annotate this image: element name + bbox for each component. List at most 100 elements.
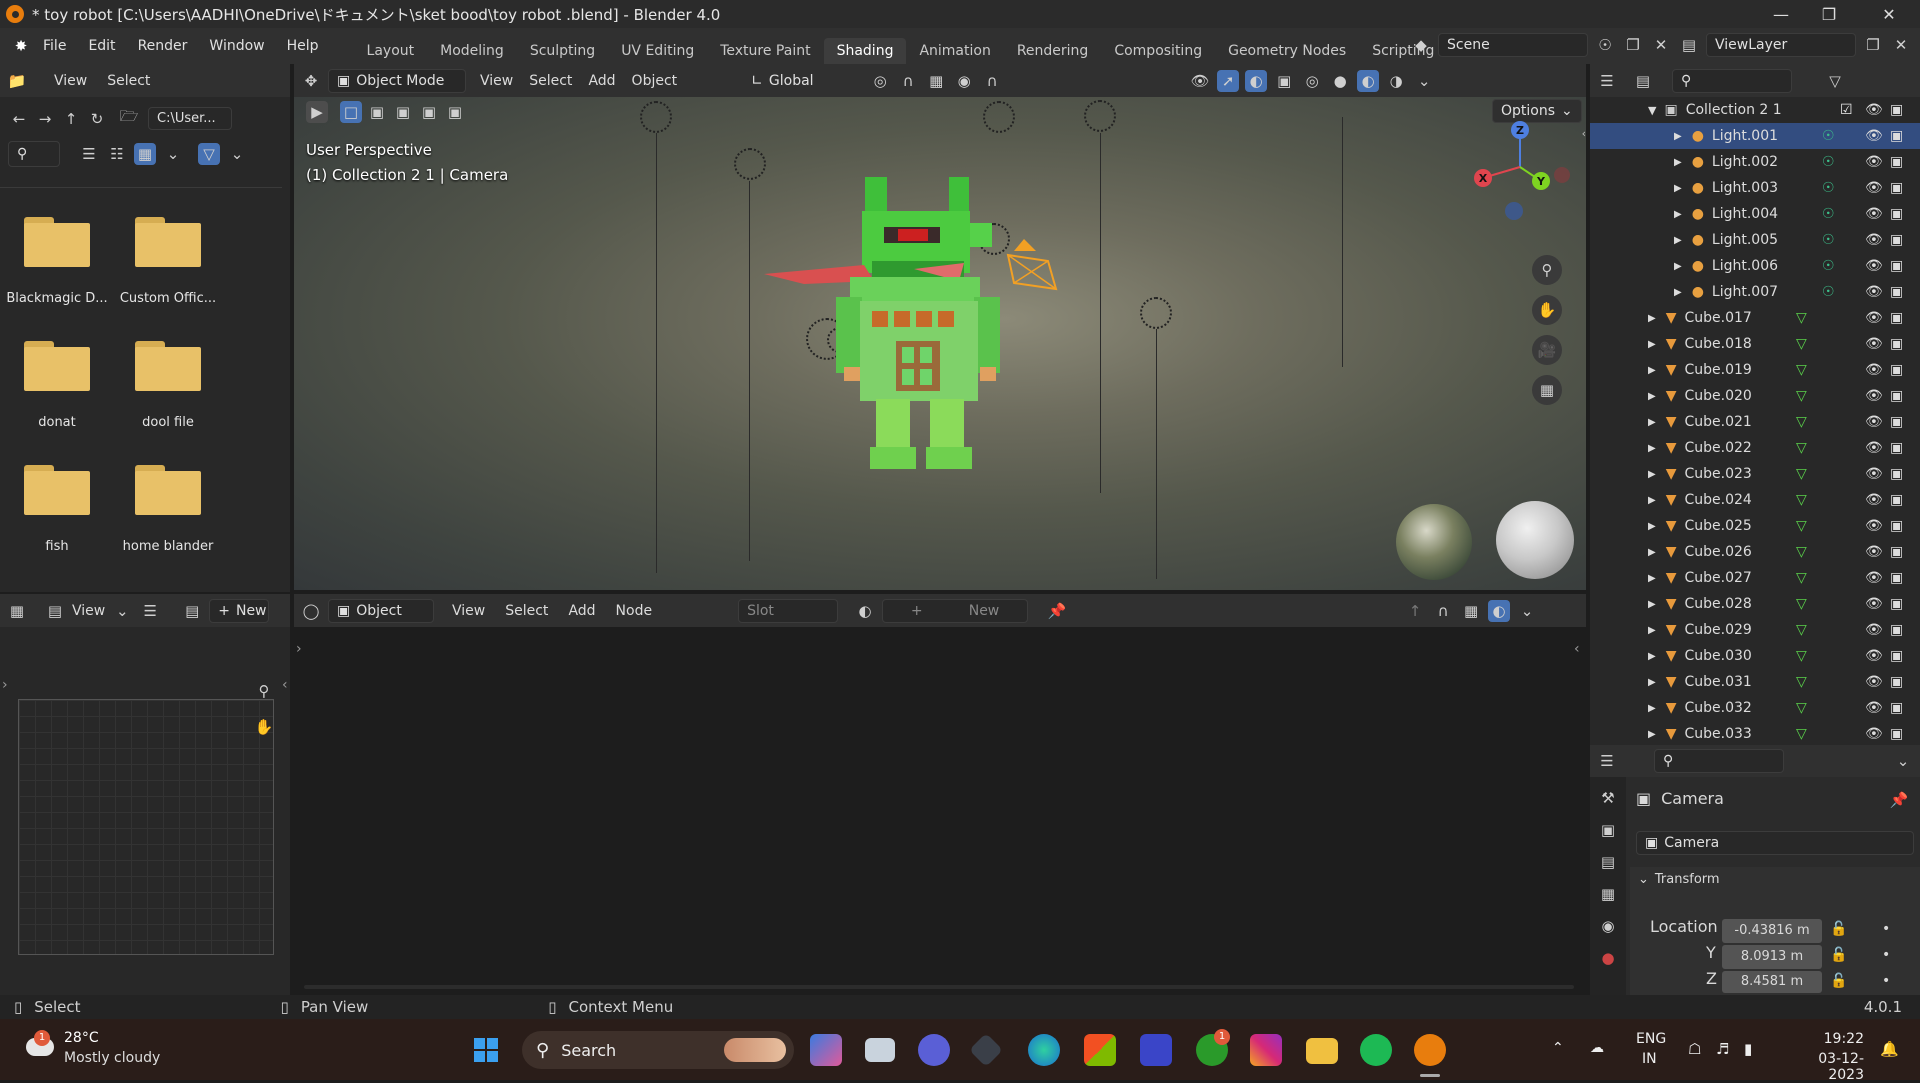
solid-shading-icon[interactable]: ● [1329, 70, 1351, 92]
select-subtract-icon[interactable]: ▣ [392, 101, 414, 123]
tab-sculpting[interactable]: Sculpting [517, 38, 608, 64]
back-icon[interactable]: ← [8, 108, 30, 130]
folder-label[interactable]: Custom Offic... [113, 291, 223, 306]
mesh-data-icon[interactable]: ▽ [1796, 388, 1807, 404]
mesh-data-icon[interactable]: ▽ [1796, 570, 1807, 586]
outliner-search-input[interactable]: ⚲ [1672, 68, 1792, 93]
pivot-icon[interactable]: ◎ [869, 70, 891, 92]
expand-arrow-icon[interactable]: ▶ [1648, 703, 1656, 714]
task-view-icon[interactable] [865, 1038, 895, 1062]
expand-arrow-icon[interactable]: ▶ [1648, 443, 1656, 454]
pen-app-icon[interactable] [1140, 1034, 1172, 1066]
zoom-icon[interactable]: ⚲ [250, 677, 278, 705]
mesh-data-icon[interactable]: ▽ [1796, 518, 1807, 534]
outliner-row-cube[interactable]: ▶ ▼ Cube.022 ▽ 👁 ▣ [1590, 435, 1920, 461]
instagram-icon[interactable] [1250, 1034, 1282, 1066]
image-grid[interactable] [18, 699, 274, 955]
camera-view-icon[interactable]: 🎥 [1532, 335, 1562, 365]
thumbnail-view-icon[interactable]: ▦ [134, 143, 156, 165]
node-editor-canvas[interactable]: › ‹ [294, 627, 1586, 995]
start-icon[interactable] [474, 1038, 498, 1062]
hand-pan-icon[interactable]: ✋ [1532, 295, 1562, 325]
expand-arrow-icon[interactable]: ▶ [1674, 209, 1682, 220]
mesh-data-icon[interactable]: ▽ [1796, 466, 1807, 482]
outliner-row-cube[interactable]: ▶ ▼ Cube.026 ▽ 👁 ▣ [1590, 539, 1920, 565]
menu-file[interactable]: File [32, 38, 77, 54]
expand-arrow-icon[interactable]: ▶ [1648, 521, 1656, 532]
folder-label[interactable]: fish [2, 539, 112, 554]
camera-render-icon[interactable]: ▣ [1890, 388, 1903, 404]
eye-icon[interactable]: 👁 [1865, 726, 1883, 742]
viewport-menu-view[interactable]: View [480, 73, 513, 89]
delete-scene-icon[interactable]: ✕ [1650, 34, 1672, 56]
expand-arrow-icon[interactable]: ▶ [1648, 573, 1656, 584]
outliner-row-light[interactable]: ▶ ● Light.007 ☉ 👁 ▣ [1590, 279, 1920, 305]
navigation-gizmo[interactable]: Z X Y [1464, 111, 1574, 231]
folder-icon[interactable] [135, 341, 201, 391]
camera-render-icon[interactable]: ▣ [1890, 310, 1903, 326]
eye-icon[interactable]: 👁 [1865, 336, 1883, 352]
shading-dropdown-icon[interactable]: ⌄ [1413, 70, 1435, 92]
editor-type-icon[interactable]: ☰ [1596, 70, 1618, 92]
camera-object[interactable] [1002, 237, 1062, 295]
chevron-up-icon[interactable]: ⌃ [1552, 1040, 1564, 1056]
overlays-icon[interactable]: ◐ [1488, 599, 1511, 622]
display-mode-icon[interactable]: ▤ [1632, 70, 1654, 92]
blender-menu-icon[interactable]: ✸ [10, 35, 32, 57]
lock-icon[interactable]: 🔓 [1830, 921, 1847, 937]
store-icon[interactable] [1084, 1034, 1116, 1066]
viewport-menu-add[interactable]: Add [588, 73, 615, 89]
eye-icon[interactable]: 👁 [1865, 674, 1883, 690]
expand-arrow-icon[interactable]: ▶ [1674, 183, 1682, 194]
filebrowser-view-menu[interactable]: View [54, 73, 87, 89]
object-data-field[interactable]: ▣ Camera [1636, 831, 1914, 855]
node-object-dropdown[interactable]: ▣ Object [328, 598, 434, 623]
scene-tab-icon[interactable]: ◉ [1597, 915, 1619, 937]
eye-icon[interactable]: 👁 [1865, 258, 1883, 274]
filter-icon[interactable]: ▽ [198, 143, 220, 165]
edge-icon[interactable] [1028, 1034, 1060, 1066]
spotify-icon[interactable] [1360, 1034, 1392, 1066]
camera-render-icon[interactable]: ▣ [1890, 700, 1903, 716]
parent-dir-icon[interactable]: ↑ [60, 108, 82, 130]
horizontal-scrollbar[interactable] [304, 985, 1574, 989]
new-image-button[interactable]: + New [209, 598, 270, 623]
notification-bell-icon[interactable]: 🔔 [1880, 1040, 1899, 1058]
outliner-row-cube[interactable]: ▶ ▼ Cube.024 ▽ 👁 ▣ [1590, 487, 1920, 513]
eye-icon[interactable]: 👁 [1865, 622, 1883, 638]
refresh-icon[interactable]: ↻ [86, 108, 108, 130]
wifi-icon[interactable]: ☖ [1688, 1040, 1701, 1058]
camera-render-icon[interactable]: ▣ [1890, 622, 1903, 638]
camera-render-icon[interactable]: ▣ [1890, 102, 1903, 118]
battery-icon[interactable]: ▮ [1744, 1040, 1752, 1058]
light-object[interactable] [734, 148, 766, 180]
mesh-data-icon[interactable]: ▽ [1796, 310, 1807, 326]
viewport-menu-select[interactable]: Select [529, 73, 572, 89]
select-invert-icon[interactable]: ▣ [418, 101, 440, 123]
mesh-data-icon[interactable]: ▽ [1796, 336, 1807, 352]
tab-geometry-nodes[interactable]: Geometry Nodes [1215, 38, 1359, 64]
forward-icon[interactable]: → [34, 108, 56, 130]
snap-icon[interactable]: ∩ [1432, 600, 1454, 622]
lock-icon[interactable]: 🔓 [1830, 947, 1847, 963]
light-data-icon[interactable]: ☉ [1822, 128, 1835, 144]
search-input[interactable]: ⚲ [8, 141, 60, 167]
editor-type-icon[interactable]: ✥ [300, 70, 322, 92]
expand-arrow-icon[interactable]: ▶ [1648, 339, 1656, 350]
new-folder-icon[interactable]: 🗁 [118, 107, 140, 130]
menu-render[interactable]: Render [127, 38, 199, 54]
camera-render-icon[interactable]: ▣ [1890, 492, 1903, 508]
location-z-field[interactable]: 8.4581 m [1722, 971, 1822, 993]
volume-icon[interactable]: ♬ [1716, 1040, 1729, 1058]
pin-icon[interactable]: 📌 [1888, 789, 1910, 811]
image-editor-panel[interactable]: ⚲ ✋ › ‹ [0, 627, 290, 995]
tab-rendering[interactable]: Rendering [1004, 38, 1102, 64]
outliner-row-light[interactable]: ▶ ● Light.004 ☉ 👁 ▣ [1590, 201, 1920, 227]
eye-icon[interactable]: 👁 [1865, 388, 1883, 404]
viewport-menu-object[interactable]: Object [632, 73, 678, 89]
mesh-data-icon[interactable]: ▽ [1796, 700, 1807, 716]
chevron-down-icon[interactable]: ⌄ [1892, 750, 1914, 772]
snap-grid-icon[interactable]: ▦ [1460, 600, 1482, 622]
outliner-row-light[interactable]: ▶ ● Light.001 ☉ 👁 ▣ [1590, 123, 1920, 149]
expand-arrow-icon[interactable]: ▶ [1674, 235, 1682, 246]
